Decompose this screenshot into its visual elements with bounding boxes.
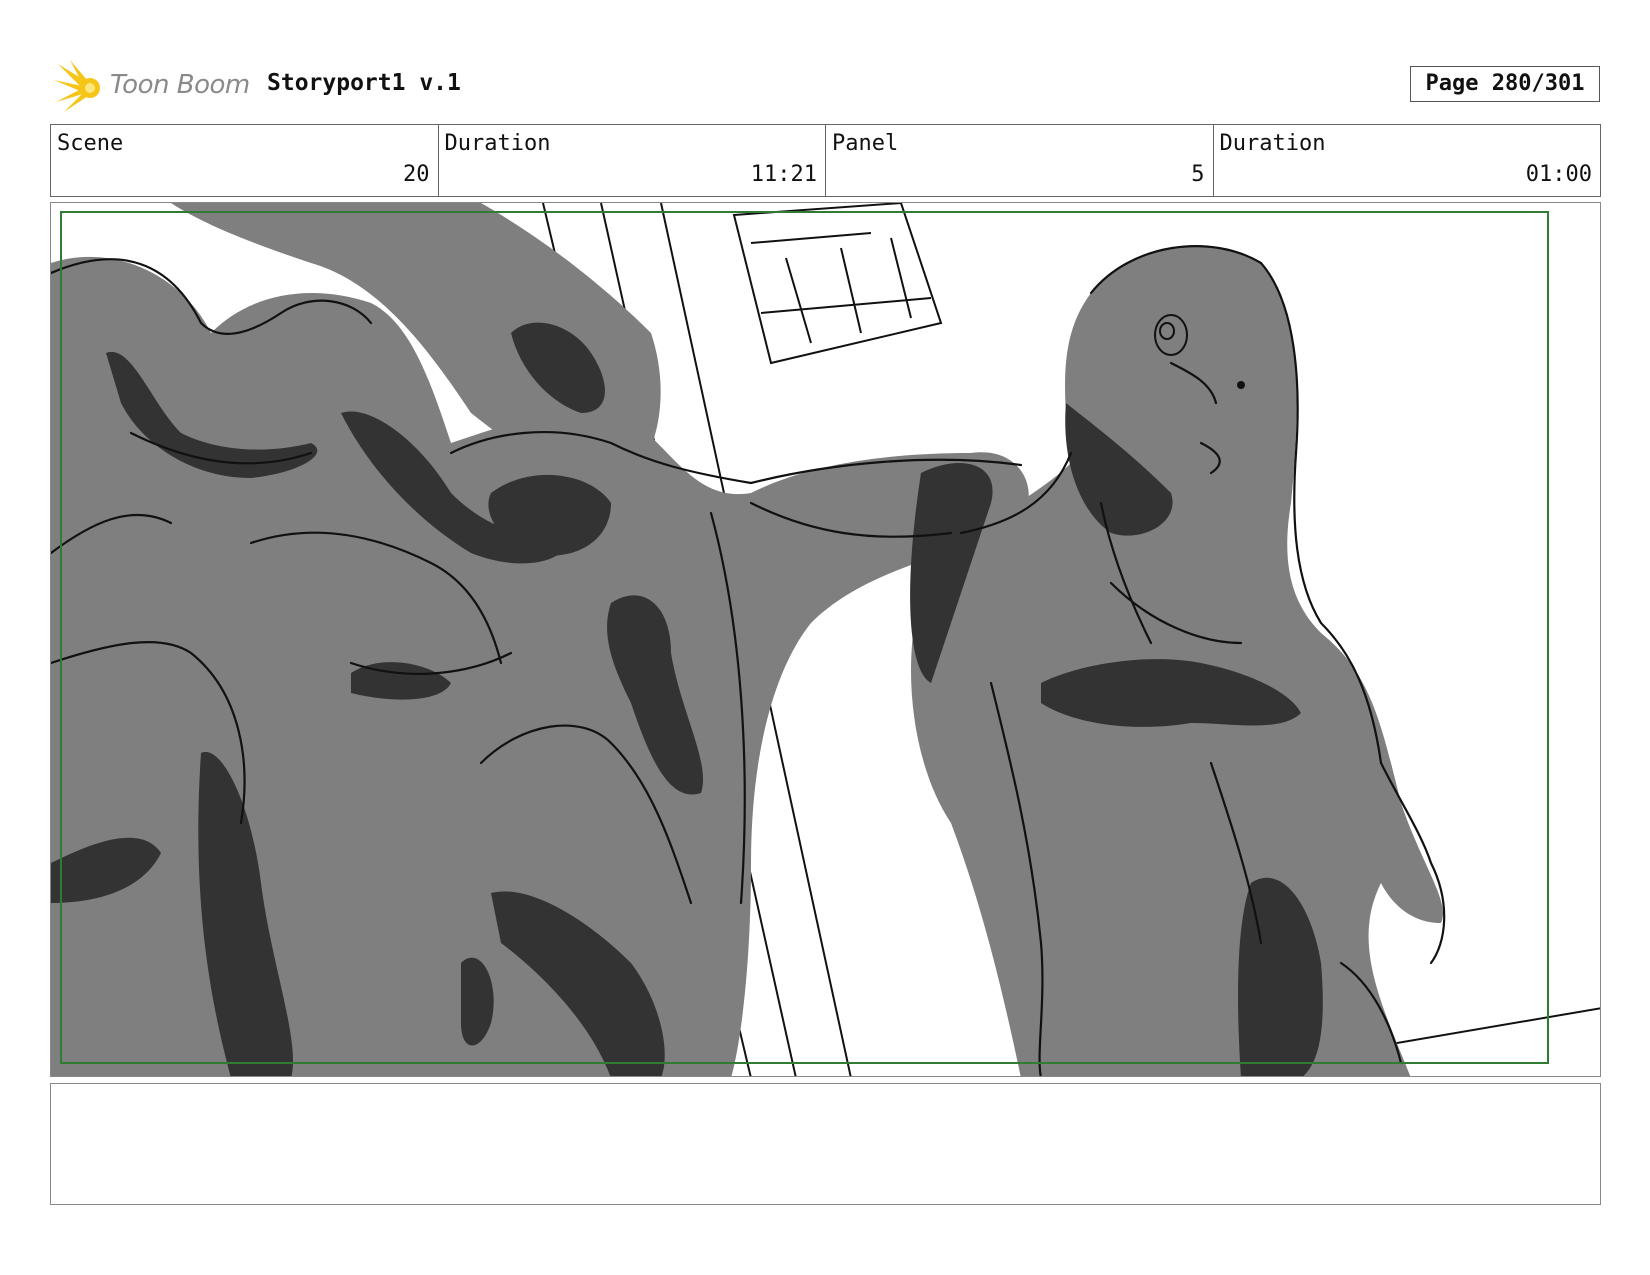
panel-duration-label: Duration [1219,131,1326,156]
storyboard-panel [50,202,1601,1077]
panel-cell: Panel 5 [826,125,1214,196]
logo-burst-icon [54,60,100,112]
toon-boom-logo: Toon Boom [54,58,254,114]
scene-label: Scene [57,131,124,156]
scene-duration-value: 11:21 [750,162,817,187]
scene-duration-cell: Duration 11:21 [439,125,826,196]
panel-duration-value: 01:00 [1525,162,1592,187]
sketch-illustration [51,203,1600,1076]
page-indicator: Page 280/301 [1410,66,1600,102]
panel-value: 5 [1191,162,1205,187]
panel-info-row: Scene 20 Duration 11:21 Panel 5 Duration… [50,124,1601,197]
panel-label: Panel [832,131,899,156]
scene-value: 20 [403,162,430,187]
panel-duration-cell: Duration 01:00 [1214,125,1601,196]
panel-notes-area [50,1083,1601,1205]
logo-text: Toon Boom [110,70,250,100]
project-title: Storyport1 v.1 [267,70,461,96]
scene-duration-label: Duration [444,131,551,156]
scene-cell: Scene 20 [51,125,439,196]
